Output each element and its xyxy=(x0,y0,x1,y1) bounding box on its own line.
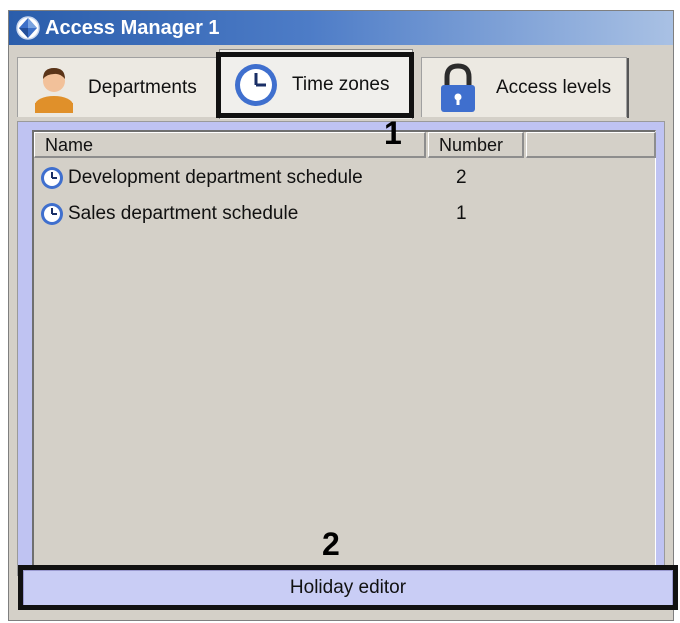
column-header-number[interactable]: Number xyxy=(428,132,524,158)
access-manager-window: Access Manager 1 Departments Time zones xyxy=(8,10,674,621)
time-zones-list[interactable]: Name Number Development department sched… xyxy=(32,130,656,574)
title-bar: Access Manager 1 xyxy=(9,11,673,45)
list-item-number: 2 xyxy=(456,167,467,188)
clock-icon xyxy=(41,167,63,189)
tab-access-levels-label: Access levels xyxy=(496,76,612,98)
column-header-empty xyxy=(526,132,656,158)
clock-icon xyxy=(235,63,277,106)
tab-access-levels[interactable]: Access levels xyxy=(421,57,629,118)
list-item[interactable]: Sales department schedule 1 xyxy=(40,196,500,232)
list-item-name: Sales department schedule xyxy=(68,203,299,224)
app-diamond-icon xyxy=(16,16,40,40)
tab-departments-label: Departments xyxy=(88,76,197,98)
time-zones-panel: Name Number Development department sched… xyxy=(17,121,665,576)
tab-time-zones[interactable]: Time zones xyxy=(219,49,413,119)
tab-time-zones-label: Time zones xyxy=(292,73,390,95)
list-item[interactable]: Development department schedule 2 xyxy=(40,160,500,196)
padlock-icon xyxy=(441,62,475,112)
callout-number-1: 1 xyxy=(384,115,402,151)
list-item-name: Development department schedule xyxy=(68,167,363,188)
person-icon xyxy=(35,67,73,113)
callout-number-2: 2 xyxy=(322,526,340,562)
tab-departments[interactable]: Departments xyxy=(17,57,219,117)
list-item-number: 1 xyxy=(456,203,467,224)
clock-icon xyxy=(41,203,63,225)
list-header: Name Number xyxy=(34,132,656,158)
tab-strip: Departments Time zones Access levels xyxy=(9,45,673,121)
window-title: Access Manager 1 xyxy=(45,16,220,39)
holiday-editor-button[interactable]: Holiday editor xyxy=(23,570,673,606)
column-header-name[interactable]: Name xyxy=(34,132,426,158)
